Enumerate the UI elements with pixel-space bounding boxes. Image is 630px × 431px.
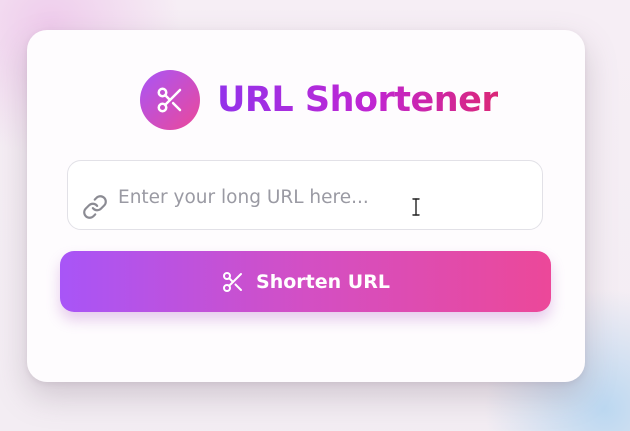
app-logo: [140, 70, 200, 130]
url-input-container[interactable]: [67, 160, 543, 230]
url-input[interactable]: [118, 179, 518, 215]
url-shortener-card: URL Shortener Shorten URL: [27, 30, 585, 382]
app-header: URL Shortener: [140, 70, 499, 130]
scissors-icon: [157, 87, 182, 113]
text-cursor-icon: [412, 198, 420, 216]
link-icon: [83, 195, 107, 219]
shorten-url-button[interactable]: Shorten URL: [60, 251, 551, 312]
scissors-icon: [223, 271, 243, 292]
page-title: URL Shortener: [217, 70, 499, 130]
shorten-button-label: Shorten URL: [256, 270, 390, 293]
